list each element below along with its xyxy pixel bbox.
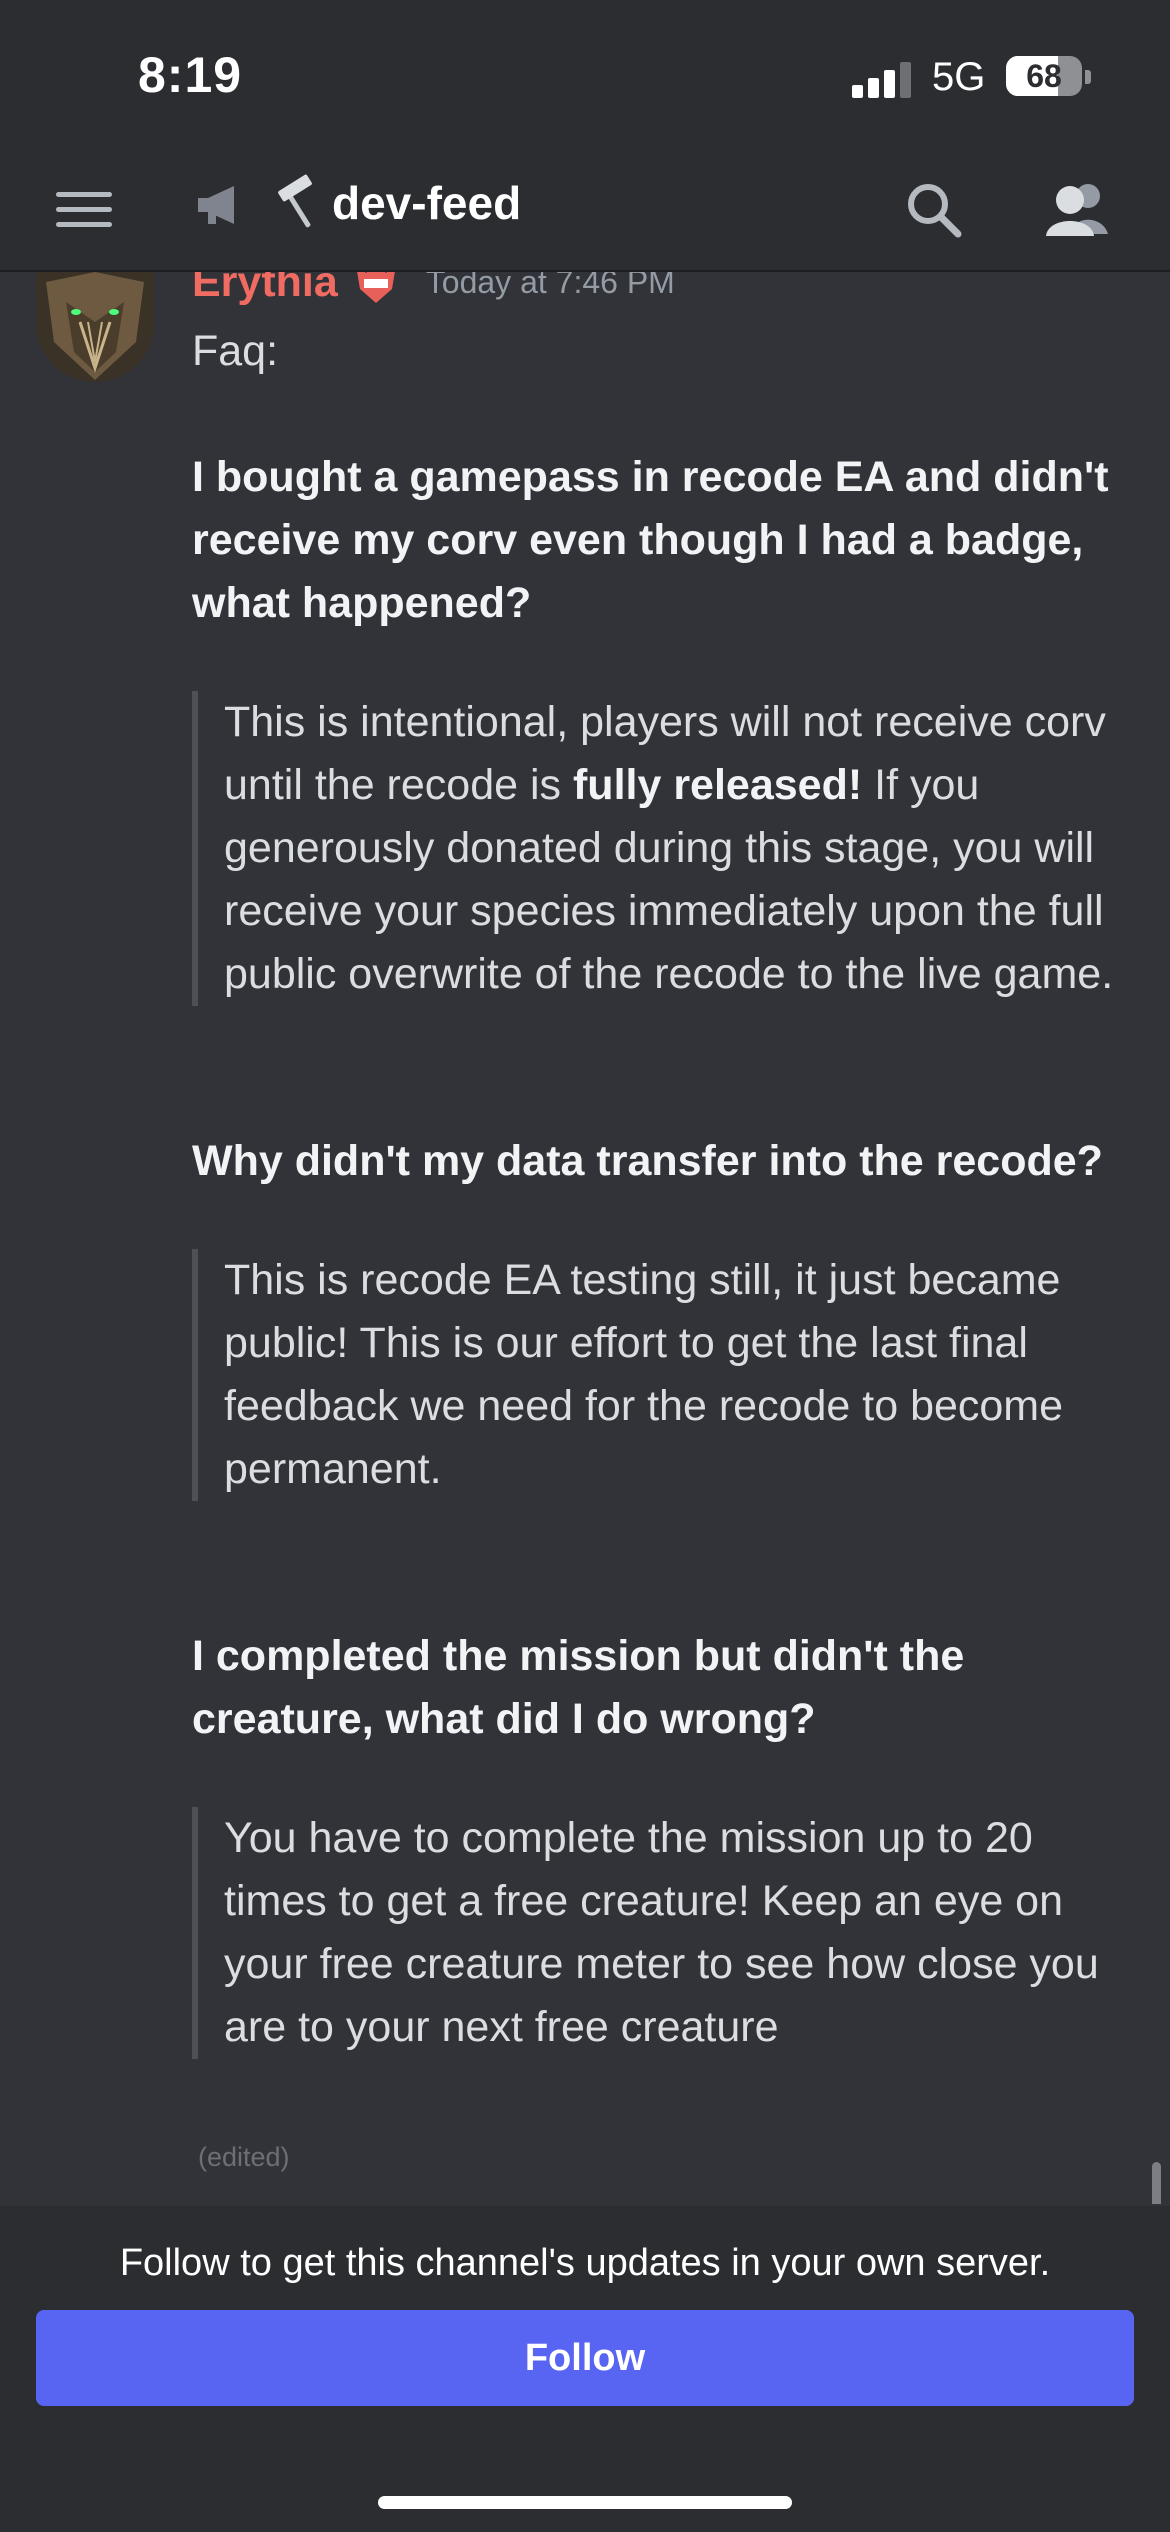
- cellular-signal-icon: [852, 60, 914, 98]
- message: Erythia Today at 7:46 PM Faq: I bought a…: [0, 272, 1170, 2204]
- status-bar: 8:19 5G 68: [0, 0, 1170, 150]
- scrollbar[interactable]: [1152, 2162, 1161, 2204]
- message-timestamp: Today at 7:46 PM: [425, 272, 675, 300]
- message-intro: Faq:: [192, 327, 279, 375]
- network-type: 5G: [932, 55, 986, 99]
- avatar[interactable]: [36, 272, 154, 382]
- status-time: 8:19: [138, 47, 243, 103]
- follow-panel: Follow to get this channel's updates in …: [0, 2206, 1170, 2532]
- faq-answer-quote: This is intentional, players will not re…: [192, 691, 1132, 1006]
- faq-answer-quote: This is recode EA testing still, it just…: [192, 1249, 1132, 1501]
- menu-icon[interactable]: [56, 188, 112, 232]
- channel-header: dev-feed: [0, 150, 1170, 272]
- hammer-icon: [278, 174, 312, 228]
- username[interactable]: Erythia: [192, 272, 338, 306]
- battery-tip: [1085, 70, 1091, 84]
- faq-question: I bought a gamepass in recode EA and did…: [192, 453, 1109, 627]
- search-icon[interactable]: [904, 180, 964, 240]
- faq-question: Why didn't my data transfer into the rec…: [192, 1137, 1103, 1185]
- answer-emphasis: fully released!: [572, 761, 863, 809]
- follow-button[interactable]: Follow: [36, 2310, 1134, 2406]
- home-indicator[interactable]: [378, 2496, 792, 2509]
- edited-label: (edited): [198, 2142, 290, 2172]
- follow-prompt: Follow to get this channel's updates in …: [119, 2242, 1051, 2284]
- battery-level: 68: [1026, 58, 1062, 94]
- message-body: Faq: I bought a gamepass in recode EA an…: [192, 320, 1132, 2059]
- message-header: Erythia Today at 7:46 PM: [192, 272, 675, 307]
- role-badge-icon[interactable]: [352, 272, 400, 305]
- channel-name[interactable]: dev-feed: [332, 176, 521, 230]
- megaphone-icon: [198, 186, 234, 224]
- faq-answer-quote: You have to complete the mission up to 2…: [192, 1807, 1132, 2059]
- faq-question: I completed the mission but didn't the c…: [192, 1632, 965, 1743]
- members-icon[interactable]: [1044, 180, 1110, 238]
- battery-icon: 68: [1006, 56, 1082, 96]
